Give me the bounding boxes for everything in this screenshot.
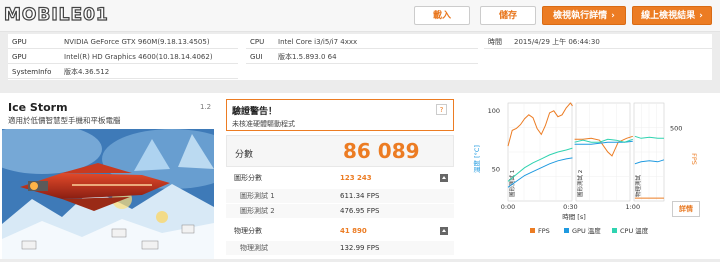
section-label: 圖形測試 1 <box>508 170 516 197</box>
test-header: Ice Storm 適用於低價智慧型手機和平板電腦 <box>8 101 121 126</box>
test-title: Ice Storm <box>8 101 68 114</box>
info-row: GPU NVIDIA GeForce GTX 960M(9.18.13.4505… <box>8 36 238 49</box>
score-value: 86 089 <box>343 139 420 163</box>
legend-label: FPS <box>538 227 550 235</box>
score-box: 分數 86 089 <box>226 135 454 167</box>
y-tick-label: 100 <box>488 107 500 115</box>
top-bar: MOBILE01 載入 儲存 檢視執行詳情 › 線上檢視結果 › <box>0 0 720 32</box>
graphics-score-row: 圖形分數 123 243 <box>226 171 454 185</box>
view-online-button[interactable]: 線上檢視結果 › <box>632 6 712 25</box>
section-label: 物理測試 <box>634 174 642 197</box>
physics-score-row: 物理分數 41 890 <box>226 224 454 238</box>
y-tick-label: 50 <box>492 166 500 174</box>
details-button[interactable]: 詳情 <box>672 201 700 217</box>
test-subtitle: 適用於低價智慧型手機和平板電腦 <box>8 116 121 125</box>
ice-storm-scene-image <box>2 129 214 259</box>
system-info-table: GPU NVIDIA GeForce GTX 960M(9.18.13.4505… <box>8 34 712 80</box>
test-version: 1.2 <box>200 103 212 111</box>
y-right-tick-label: 500 <box>670 124 682 132</box>
save-button[interactable]: 儲存 <box>480 6 536 25</box>
y-left-axis-label: 溫度 [°C] <box>472 145 481 173</box>
view-details-button[interactable]: 檢視執行詳情 › <box>542 6 626 25</box>
legend-label: GPU 溫度 <box>572 226 601 235</box>
x-tick-label: 0:00 <box>501 203 516 211</box>
x-tick-label: 1:00 <box>625 203 640 211</box>
graphics-test1-row: 圖形測試 1 611.34 FPS <box>226 189 454 203</box>
help-icon[interactable]: ? <box>436 104 447 115</box>
y-right-axis-label: FPS <box>690 153 698 165</box>
load-button[interactable]: 載入 <box>414 6 470 25</box>
x-tick-label: 0:30 <box>563 203 578 211</box>
chevron-right-icon: › <box>699 11 703 21</box>
info-row: GPU Intel(R) HD Graphics 4600(10.18.14.4… <box>8 51 238 64</box>
info-row: CPU Intel Core i3/i5/i7 4xxx <box>246 36 478 49</box>
legend-swatch <box>612 228 617 233</box>
warning-title: 驗證警告！ <box>232 107 278 117</box>
info-row: SystemInfo 版本4.36.512 <box>8 66 238 79</box>
legend-label: CPU 溫度 <box>620 226 649 235</box>
result-panel: Ice Storm 適用於低價智慧型手機和平板電腦 1.2 驗證警告！ 未核准硬… <box>0 93 720 259</box>
section-label: 圖形測試 2 <box>576 170 584 197</box>
warning-message: 未核准硬體驅動程式 <box>232 120 295 128</box>
mobile01-logo: MOBILE01 <box>3 4 109 25</box>
performance-chart: 圖形測試 1 圖形測試 2 物理測試 50 100 500 溫度 [°C] FPS 0:00 0:… <box>470 97 720 259</box>
x-axis-label: 時間 [s] <box>562 213 586 221</box>
info-row: 時間 2015/4/29 上午 06:44:30 <box>484 36 712 49</box>
legend-swatch <box>530 228 535 233</box>
score-label: 分數 <box>235 150 254 160</box>
validation-warning: 驗證警告！ 未核准硬體驅動程式 ? <box>226 99 454 131</box>
collapse-icon[interactable] <box>440 227 448 235</box>
info-row: GUI 版本1.5.893.0 64 <box>246 51 478 64</box>
physics-test-row: 物理測試 132.99 FPS <box>226 241 454 255</box>
graphics-test2-row: 圖形測試 2 476.95 FPS <box>226 204 454 218</box>
legend-swatch <box>564 228 569 233</box>
collapse-icon[interactable] <box>440 174 448 182</box>
chevron-right-icon: › <box>611 11 615 21</box>
